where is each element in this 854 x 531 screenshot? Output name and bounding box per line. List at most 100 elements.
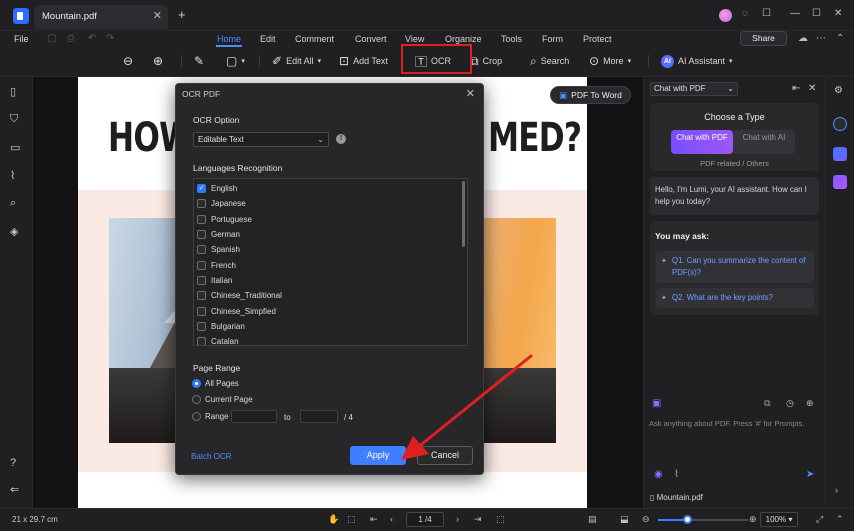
search-panel-icon[interactable]: ⌕	[10, 197, 16, 210]
tab-form[interactable]: Form	[542, 34, 563, 44]
checkbox[interactable]	[197, 199, 206, 209]
tab-tools[interactable]: Tools	[501, 34, 522, 44]
ocr-option-select[interactable]: Editable Text ⌄	[193, 132, 329, 147]
highlight-button[interactable]: ✎	[194, 53, 204, 69]
collapse-icon[interactable]: ⇐	[10, 483, 19, 496]
help-icon[interactable]: ☐	[762, 8, 771, 19]
comment-icon[interactable]: ▭	[10, 141, 20, 154]
expand-panel-icon[interactable]: ›	[835, 485, 838, 495]
language-item-portuguese[interactable]: Portuguese	[197, 212, 252, 227]
checkbox[interactable]	[197, 337, 206, 345]
language-item-english[interactable]: ✓ English	[197, 181, 237, 196]
add-text-button[interactable]: ⊡ Add Text	[339, 53, 388, 69]
zoom-out-button[interactable]: ⊖	[123, 53, 133, 69]
hand-tool-icon[interactable]: ✋	[328, 514, 339, 525]
pdf-to-word-button[interactable]: ▣ PDF To Word	[550, 86, 631, 104]
share-button[interactable]: Share	[740, 31, 787, 46]
type-chat-with-ai[interactable]: Chat with AI	[733, 130, 795, 154]
fit-page-icon[interactable]: ⬚	[496, 514, 505, 525]
redo-icon[interactable]: ↷	[106, 33, 114, 44]
ai-check-icon[interactable]	[833, 175, 847, 189]
language-item-spanish[interactable]: Spanish	[197, 242, 240, 257]
radio-selected-icon[interactable]	[192, 379, 201, 388]
language-item-german[interactable]: German	[197, 227, 240, 242]
tab-protect[interactable]: Protect	[583, 34, 612, 44]
range-start-input[interactable]	[231, 410, 277, 423]
radio-range[interactable]: Range	[192, 412, 229, 421]
pages-icon[interactable]: ▯	[10, 85, 16, 98]
close-dialog-icon[interactable]: ✕	[466, 87, 475, 100]
language-item-japanese[interactable]: Japanese	[197, 196, 246, 211]
checkbox-checked-icon[interactable]: ✓	[197, 184, 206, 194]
checkbox[interactable]	[197, 275, 206, 285]
attachment-icon[interactable]: ⌇	[10, 169, 15, 182]
checkbox[interactable]	[197, 321, 206, 331]
screenshot-icon[interactable]: ⧉	[764, 398, 770, 409]
chat-mode-select[interactable]: Chat with PDF ⌄	[650, 82, 738, 96]
fullscreen-icon[interactable]: ⤢	[816, 514, 823, 525]
translate-icon[interactable]	[833, 147, 847, 161]
back-icon[interactable]: ⇤	[792, 83, 800, 94]
suggested-question[interactable]: ✦ Q2. What are the key points?	[656, 288, 814, 308]
notification-icon[interactable]: ◌	[742, 8, 748, 19]
ai-assistant-button[interactable]: AI AI Assistant ▾	[661, 53, 733, 69]
radio-icon[interactable]	[192, 395, 201, 404]
collapse-ribbon-icon[interactable]: ⌃	[836, 33, 844, 44]
history-icon[interactable]: ◷	[786, 398, 794, 409]
attach-icon[interactable]: ⌇	[674, 469, 679, 480]
avatar[interactable]	[719, 9, 732, 22]
new-tab-icon[interactable]: +	[178, 7, 186, 22]
scroll-up-icon[interactable]: ⌃	[836, 514, 844, 525]
tab-view[interactable]: View	[405, 34, 424, 44]
minimize-icon[interactable]: —	[790, 8, 800, 19]
maximize-icon[interactable]: ☐	[812, 8, 821, 19]
prompt-library-icon[interactable]: ▣	[652, 398, 661, 409]
tab-home[interactable]: Home	[217, 34, 241, 44]
zoom-level-select[interactable]: 100% ▾	[760, 512, 798, 527]
language-item-french[interactable]: French	[197, 258, 236, 273]
checkbox[interactable]	[197, 245, 206, 255]
tab-convert[interactable]: Convert	[355, 34, 387, 44]
new-chat-icon[interactable]: ⊕	[806, 398, 814, 409]
document-tab[interactable]: Mountain.pdf ✕	[34, 5, 168, 29]
bookmark-icon[interactable]: ⛉	[10, 113, 18, 126]
checkbox[interactable]	[197, 214, 206, 224]
properties-icon[interactable]: ⚙	[834, 85, 843, 96]
close-tab-icon[interactable]: ✕	[153, 9, 162, 22]
checkbox[interactable]	[197, 306, 206, 316]
language-item-italian[interactable]: Italian	[197, 273, 232, 288]
more-options-icon[interactable]: ⋯	[816, 33, 826, 44]
language-list-scrollbar[interactable]	[462, 181, 465, 247]
close-window-icon[interactable]: ✕	[834, 8, 842, 19]
select-tool-icon[interactable]: ⬚	[347, 514, 356, 525]
first-page-icon[interactable]: ⇤	[370, 514, 378, 525]
info-icon[interactable]: !	[336, 134, 346, 144]
checkbox[interactable]	[197, 291, 206, 301]
zoom-out-icon[interactable]: ⊖	[642, 514, 650, 525]
shape-button[interactable]: ▢ ▾	[226, 53, 245, 69]
save-icon[interactable]: ▢	[47, 33, 56, 44]
previous-page-icon[interactable]: ‹	[390, 514, 393, 524]
cloud-upload-icon[interactable]: ☁	[798, 33, 808, 44]
page-number-input[interactable]: 1 /4	[406, 512, 444, 527]
language-item-chinese-simplified[interactable]: Chinese_Simpfied	[197, 303, 276, 318]
zoom-in-icon[interactable]: ⊕	[749, 514, 757, 525]
last-page-icon[interactable]: ⇥	[474, 514, 482, 525]
edit-all-button[interactable]: ✐ Edit All ▾	[272, 53, 321, 69]
radio-icon[interactable]	[192, 412, 201, 421]
zoom-in-button[interactable]: ⊕	[153, 53, 163, 69]
radio-all-pages[interactable]: All Pages	[192, 379, 239, 388]
close-panel-icon[interactable]: ✕	[808, 83, 816, 94]
checkbox[interactable]	[197, 260, 206, 270]
page-layout-icon[interactable]: ▤	[588, 514, 597, 525]
zoom-slider-handle[interactable]	[682, 515, 692, 524]
print-icon[interactable]: ⎙	[67, 33, 75, 44]
more-button[interactable]: ⊙ More ▾	[589, 53, 631, 69]
crop-button[interactable]: ⧉ Crop	[470, 53, 502, 69]
next-page-icon[interactable]: ›	[456, 514, 459, 524]
batch-ocr-link[interactable]: Batch OCR	[191, 452, 231, 461]
language-item-bulgarian[interactable]: Bulgarian	[197, 319, 245, 334]
file-menu[interactable]: File	[14, 34, 29, 44]
tab-comment[interactable]: Comment	[295, 34, 334, 44]
checkbox[interactable]	[197, 230, 206, 240]
